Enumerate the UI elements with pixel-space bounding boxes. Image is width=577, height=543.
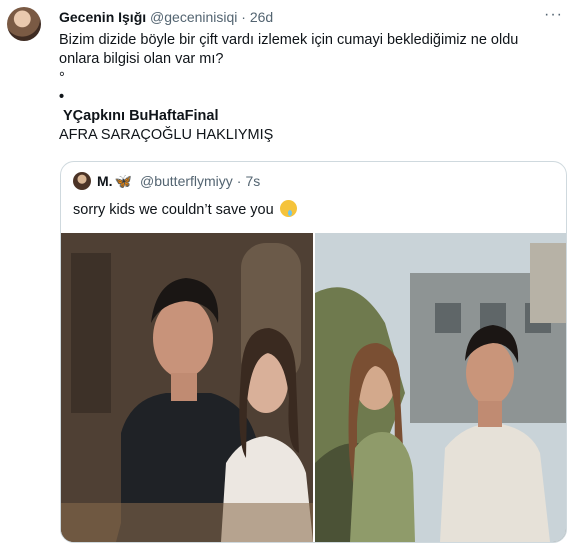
text-line: • [59,89,65,105]
media-image-right[interactable] [315,233,566,542]
tweet[interactable]: Gecenin Işığı @geceninisiqi · 26d ··· Bi… [0,0,577,543]
text-line: ° [59,70,65,86]
more-options-icon[interactable]: ··· [544,6,563,24]
quote-author-handle[interactable]: @butterflymiyy [140,172,233,190]
text-line: Bizim dizide böyle bir çift vardı izleme… [59,32,519,48]
tweet-header: Gecenin Işığı @geceninisiqi · 26d [59,8,273,26]
quote-text: sorry kids we couldn’t save you [73,202,274,218]
author-avatar[interactable] [7,7,41,41]
caps-line: AFRA SARAÇOĞLU HAKLIYMIŞ [59,127,274,143]
quoted-tweet-text: sorry kids we couldn’t save you [73,200,297,218]
quoted-tweet-header: M. 🦋 @butterflymiyy · 7s [73,172,260,190]
tweet-time[interactable]: 26d [250,9,273,25]
author-handle[interactable]: @geceninisiqi [150,9,237,25]
quote-author-name[interactable]: M. [97,172,113,190]
melting-face-emoji-icon [279,200,297,217]
butterfly-icon: 🦋 [114,173,132,189]
separator: · [241,9,246,25]
scene-right-illustration [315,233,566,542]
hashtag-line: YÇapkını BuHaftaFinal [63,108,219,124]
quote-time[interactable]: 7s [245,172,260,190]
scene-left-illustration [61,233,313,542]
media-image-left[interactable] [61,233,313,542]
author-name[interactable]: Gecenin Işığı [59,9,146,25]
quoted-tweet[interactable]: M. 🦋 @butterflymiyy · 7s sorry kids we c… [60,161,567,543]
tweet-text: Bizim dizide böyle bir çift vardı izleme… [59,31,564,145]
quote-author-avatar[interactable] [73,172,91,190]
separator: · [236,173,242,189]
text-line: onlara bilgisi olan var mı? [59,51,224,67]
